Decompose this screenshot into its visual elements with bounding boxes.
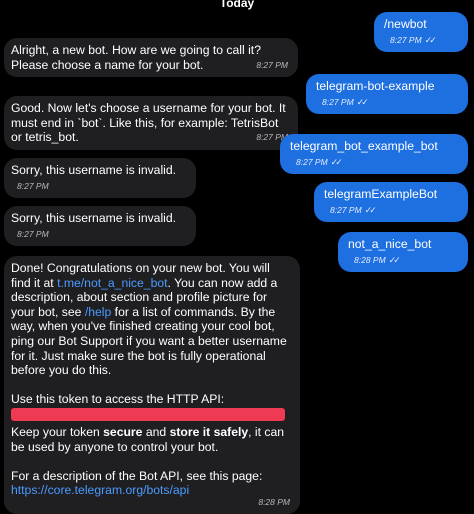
message-outgoing[interactable]: telegramExampleBot 8:27 PM ✓✓ [314, 182, 468, 223]
message-text: not_a_nice_bot [348, 237, 432, 251]
message-outgoing[interactable]: not_a_nice_bot 8:28 PM ✓✓ [338, 232, 468, 273]
message-meta: 8:27 PM [17, 179, 49, 194]
message-incoming-bot-created[interactable]: Done! Congratulations on your new bot. Y… [4, 256, 300, 514]
bot-api-link[interactable]: https://core.telegram.org/bots/api [11, 483, 189, 497]
message-text: Sorry, this username is invalid. [11, 163, 177, 177]
bold-text: secure [103, 425, 143, 440]
message-incoming[interactable]: Sorry, this username is invalid. 8:27 PM [4, 206, 196, 247]
bot-link[interactable]: t.me/not_a_nice_bot [57, 276, 167, 290]
text-span: For a description of the Bot API, see th… [11, 468, 263, 483]
message-text: /newbot [384, 17, 427, 31]
message-outgoing[interactable]: telegram_bot_example_bot 8:27 PM ✓✓ [280, 134, 468, 175]
message-time: 8:27 PM [256, 59, 288, 70]
message-incoming[interactable]: Good. Now let's choose a username for yo… [4, 96, 298, 150]
message-text: Good. Now let's choose a username for yo… [11, 101, 286, 145]
read-check-icon: ✓✓ [356, 96, 369, 107]
message-meta: 8:27 PM ✓✓ [390, 33, 437, 48]
message-time: 8:27 PM [17, 228, 49, 239]
read-check-icon: ✓✓ [424, 34, 437, 45]
message-time: 8:27 PM [330, 204, 362, 215]
message-meta: 8:27 PM ✓✓ [322, 95, 369, 110]
message-time: 8:27 PM [296, 156, 328, 167]
message-time: 8:27 PM [17, 180, 49, 191]
read-check-icon: ✓✓ [330, 156, 343, 167]
message-incoming[interactable]: Sorry, this username is invalid. 8:27 PM [4, 158, 196, 199]
message-text: telegramExampleBot [324, 187, 438, 201]
text-span: Keep your token [11, 425, 104, 440]
message-outgoing[interactable]: telegram-bot-example 8:27 PM ✓✓ [306, 74, 468, 115]
redacted-token [11, 408, 285, 422]
message-time: 8:28 PM [354, 254, 386, 265]
message-meta: 8:27 PM [17, 227, 49, 242]
message-paragraph: Keep your token secure and store it safe… [11, 425, 290, 454]
read-check-icon: ✓✓ [388, 254, 401, 265]
message-meta: 8:28 PM ✓✓ [354, 253, 401, 268]
message-meta: 8:27 PM ✓✓ [296, 155, 343, 170]
message-paragraph: For a description of the Bot API, see th… [11, 469, 290, 498]
message-time: 8:27 PM [390, 34, 422, 45]
message-text: Alright, a new bot. How are we going to … [11, 43, 261, 72]
text-span: and [142, 425, 170, 440]
message-time: 8:28 PM [258, 497, 290, 508]
message-incoming[interactable]: Alright, a new bot. How are we going to … [4, 38, 298, 78]
message-text: telegram-bot-example [316, 79, 435, 93]
message-paragraph: Done! Congratulations on your new bot. Y… [11, 261, 290, 378]
token-label: Use this token to access the HTTP API: [11, 391, 225, 406]
read-check-icon: ✓✓ [364, 204, 377, 215]
message-outgoing[interactable]: /newbot 8:27 PM ✓✓ [374, 12, 468, 53]
message-time: 8:27 PM [322, 96, 354, 107]
message-meta: 8:27 PM ✓✓ [330, 203, 377, 218]
message-text: Sorry, this username is invalid. [11, 211, 177, 225]
bold-text: store it safely [169, 425, 249, 440]
message-text: telegram_bot_example_bot [290, 139, 438, 153]
message-meta: 8:27 PM [256, 58, 288, 73]
help-command-link[interactable]: /help [85, 305, 111, 319]
date-header: Today [219, 0, 255, 10]
